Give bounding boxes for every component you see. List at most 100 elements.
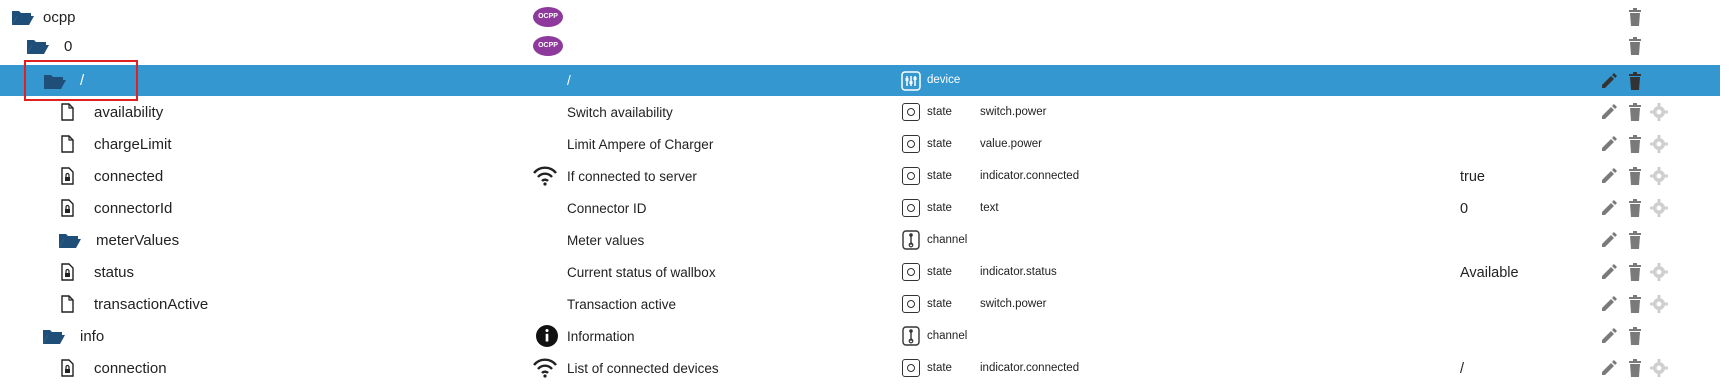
gear-icon[interactable]	[1650, 359, 1668, 377]
tree-item-type: state	[927, 266, 952, 278]
file-icon[interactable]	[60, 135, 75, 153]
tree-item-role: indicator.connected	[980, 362, 1080, 374]
gear-icon[interactable]	[1650, 199, 1668, 217]
tree-item-description: Current status of wallbox	[567, 265, 716, 280]
trash-icon[interactable]	[1628, 72, 1642, 90]
tree-item-name: 0	[64, 38, 73, 55]
folder-open-icon[interactable]	[58, 231, 82, 249]
lock-file-icon[interactable]	[60, 167, 75, 185]
channel-icon	[902, 230, 920, 250]
state-icon	[902, 359, 920, 377]
row-actions	[1600, 199, 1670, 219]
row-actions	[1600, 263, 1670, 283]
wifi-icon	[533, 358, 557, 378]
tree-item-role: switch.power	[980, 106, 1047, 118]
trash-icon[interactable]	[1628, 263, 1642, 281]
tree-item-name: chargeLimit	[94, 136, 172, 153]
trash-icon[interactable]	[1628, 167, 1642, 185]
tree-row-0[interactable]: 0 OCPP	[0, 32, 1720, 61]
tree-item-type: state	[927, 106, 952, 118]
tree-item-description: Meter values	[567, 233, 645, 248]
lock-file-icon[interactable]	[60, 199, 75, 217]
tree-item-type: state	[927, 170, 952, 182]
tree-item-value: /	[1460, 361, 1465, 377]
trash-icon[interactable]	[1628, 103, 1642, 121]
tree-item-role: value.power	[980, 138, 1043, 150]
row-actions	[1600, 359, 1670, 379]
edit-icon[interactable]	[1600, 167, 1618, 185]
edit-icon[interactable]	[1600, 231, 1618, 249]
tree-row-chargeLimit[interactable]: chargeLimit Limit Ampere of Charger state v…	[0, 130, 1720, 159]
trash-icon[interactable]	[1628, 37, 1642, 55]
tree-row-availability[interactable]: availability Switch availability state swit…	[0, 98, 1720, 127]
state-icon	[902, 263, 920, 281]
tree-item-value: true	[1460, 169, 1485, 185]
tree-row-ocpp[interactable]: ocpp OCPP	[0, 3, 1720, 32]
device-icon	[901, 71, 921, 91]
tree-item-name: availability	[94, 104, 164, 121]
gear-icon[interactable]	[1650, 295, 1668, 313]
tree-row-meterValues[interactable]: meterValues Meter values channel	[0, 226, 1720, 255]
trash-icon[interactable]	[1628, 135, 1642, 153]
trash-icon[interactable]	[1628, 359, 1642, 377]
tree-row-connected[interactable]: connected If connected to server state indi…	[0, 162, 1720, 191]
file-icon[interactable]	[60, 103, 75, 121]
gear-icon[interactable]	[1650, 135, 1668, 153]
trash-icon[interactable]	[1628, 8, 1642, 26]
tree-item-description: Connector ID	[567, 201, 647, 216]
folder-open-icon[interactable]	[42, 327, 66, 345]
tree-row-connectorId[interactable]: connectorId Connector ID state text 0	[0, 194, 1720, 223]
edit-icon[interactable]	[1600, 295, 1618, 313]
trash-icon[interactable]	[1628, 231, 1642, 249]
tree-item-type: channel	[927, 330, 968, 342]
trash-icon[interactable]	[1628, 295, 1642, 313]
edit-icon[interactable]	[1600, 359, 1618, 377]
tree-item-description: Transaction active	[567, 297, 677, 312]
row-actions	[1600, 295, 1670, 315]
lock-file-icon[interactable]	[60, 263, 75, 281]
tree-item-role: switch.power	[980, 298, 1047, 310]
gear-icon[interactable]	[1650, 263, 1668, 281]
state-icon	[902, 295, 920, 313]
edit-icon[interactable]	[1600, 103, 1618, 121]
channel-icon	[902, 326, 920, 346]
tree-item-value: 0	[1460, 201, 1469, 217]
row-actions	[1600, 8, 1670, 28]
file-icon[interactable]	[60, 295, 75, 313]
tree-item-description: Limit Ampere of Charger	[567, 137, 714, 152]
tree-item-role: text	[980, 202, 999, 214]
tree-row-transactionActive[interactable]: transactionActive Transaction active state…	[0, 290, 1720, 319]
state-icon	[902, 167, 920, 185]
tree-item-type: state	[927, 362, 952, 374]
tree-item-description: Information	[567, 329, 635, 344]
ocpp-logo: OCPP	[533, 7, 563, 27]
trash-icon[interactable]	[1628, 199, 1642, 217]
wifi-icon	[533, 166, 557, 186]
tree-row-info[interactable]: info Information channel	[0, 322, 1720, 351]
gear-icon[interactable]	[1650, 167, 1668, 185]
edit-icon[interactable]	[1600, 199, 1618, 217]
folder-open-icon[interactable]	[11, 8, 35, 26]
lock-file-icon[interactable]	[60, 359, 75, 377]
tree-item-value: Available	[1460, 265, 1519, 281]
state-icon	[902, 103, 920, 121]
edit-icon[interactable]	[1600, 72, 1618, 90]
folder-open-icon[interactable]	[26, 37, 50, 55]
gear-icon[interactable]	[1650, 103, 1668, 121]
tree-item-type: device	[927, 74, 961, 86]
state-icon	[902, 199, 920, 217]
tree-item-name: status	[94, 264, 135, 281]
tree-item-type: state	[927, 202, 952, 214]
edit-icon[interactable]	[1600, 263, 1618, 281]
edit-icon[interactable]	[1600, 135, 1618, 153]
tree-row-connection[interactable]: connection List of connected devices state…	[0, 354, 1720, 383]
tree-row-status[interactable]: status Current status of wallbox state indi…	[0, 258, 1720, 287]
trash-icon[interactable]	[1628, 327, 1642, 345]
row-actions	[1600, 327, 1670, 347]
row-actions	[1600, 135, 1670, 155]
row-actions	[1600, 103, 1670, 123]
tree-item-description: /	[567, 73, 571, 88]
tree-item-role: indicator.connected	[980, 170, 1080, 182]
tree-row-root-device[interactable]: / / device	[0, 65, 1720, 96]
edit-icon[interactable]	[1600, 327, 1618, 345]
